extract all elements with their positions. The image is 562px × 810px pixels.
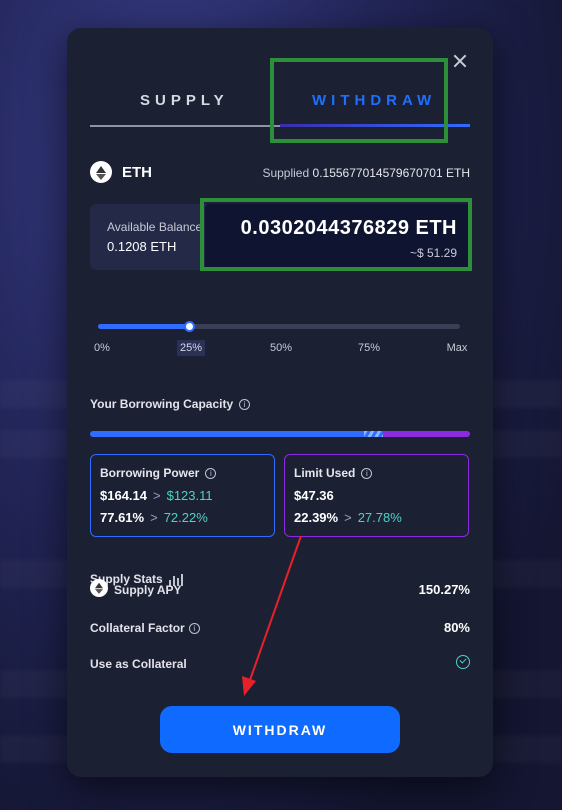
slider-tick-max[interactable]: Max <box>447 342 468 354</box>
collateral-factor-title: Collateral Factor i <box>90 621 200 635</box>
limit-used-card: Limit Used i $47.36 22.39% >27.78% <box>284 454 469 537</box>
slider-tick-25[interactable]: 25% <box>176 340 206 356</box>
collateral-factor-value: 80% <box>443 620 470 635</box>
supply-apy-value: 150.27% <box>418 582 470 597</box>
limit-used-value: $47.36 <box>294 488 334 503</box>
supplied-amount: Supplied 0.155677014579670701 ETH <box>262 166 470 180</box>
tab-withdraw[interactable]: WITHDRAW <box>312 92 436 109</box>
borrowing-power-pct-to: 72.22% <box>163 510 208 525</box>
borrowing-power-from: $164.14 <box>100 488 147 503</box>
slider-fill <box>98 324 189 329</box>
borrowing-power-label: Borrowing Power <box>100 466 200 480</box>
supply-apy-label: Supply APY <box>114 583 182 597</box>
borrowing-power-to: $123.11 <box>166 488 213 503</box>
eth-icon <box>90 161 112 183</box>
tab-supply[interactable]: SUPPLY <box>140 92 229 109</box>
use-collateral-label: Use as Collateral <box>90 657 187 671</box>
arrow-right-icon: > <box>150 510 158 525</box>
collateral-factor-row: Collateral Factor i 80% <box>90 617 470 639</box>
supply-apy-row: Supply APY 150.27% <box>90 579 470 601</box>
supplied-label: Supplied <box>262 166 310 180</box>
available-balance-value: 0.1208 ETH <box>107 239 177 254</box>
withdraw-modal: SUPPLY WITHDRAW ETH Supplied 0.155677014… <box>67 28 493 777</box>
info-icon[interactable]: i <box>239 399 251 411</box>
amount-slider[interactable]: 0% 25% 50% 75% Max <box>94 321 467 364</box>
limit-used-value-row: $47.36 <box>294 488 334 503</box>
capacity-bar-used <box>382 431 470 437</box>
limit-used-pct-from: 22.39% <box>294 510 339 525</box>
borrowing-power-title: Borrowing Power i <box>100 466 217 480</box>
limit-used-pct-to: 27.78% <box>357 510 402 525</box>
withdraw-button[interactable]: WITHDRAW <box>160 706 400 753</box>
tab-active-indicator <box>280 124 470 127</box>
available-balance-label: Available Balance <box>107 220 203 234</box>
limit-used-label: Limit Used <box>294 466 356 480</box>
check-circle-icon[interactable] <box>456 655 470 669</box>
info-icon[interactable]: i <box>188 623 200 635</box>
info-icon[interactable]: i <box>205 468 217 480</box>
borrowing-power-value-row: $164.14 > $123.11 <box>100 488 213 503</box>
borrowing-power-pct-from: 77.61% <box>100 510 145 525</box>
capacity-bar-borrowing <box>90 431 364 437</box>
close-icon[interactable] <box>451 52 469 70</box>
asset-row: ETH Supplied 0.155677014579670701 ETH <box>90 160 470 186</box>
borrowing-capacity-title: Your Borrowing Capacity i <box>90 397 251 411</box>
capacity-bar-change <box>363 431 383 437</box>
borrowing-capacity-label: Your Borrowing Capacity <box>90 397 234 411</box>
slider-tick-0[interactable]: 0% <box>94 342 110 354</box>
arrow-right-icon: > <box>344 510 352 525</box>
limit-used-pct-row: 22.39% >27.78% <box>294 510 402 525</box>
info-icon[interactable]: i <box>361 468 373 480</box>
supplied-value: 0.155677014579670701 ETH <box>312 166 470 180</box>
amount-input[interactable]: 0.0302044376829 ETH ~$ 51.29 <box>205 204 470 270</box>
asset-name: ETH <box>122 164 152 181</box>
slider-handle[interactable] <box>183 321 195 332</box>
collateral-factor-label: Collateral Factor <box>90 621 185 635</box>
borrowing-power-pct-row: 77.61% >72.22% <box>100 510 208 525</box>
limit-used-title: Limit Used i <box>294 466 373 480</box>
slider-tick-75[interactable]: 75% <box>358 342 380 354</box>
amount-usd-value: ~$ 51.29 <box>409 246 457 260</box>
borrowing-power-card: Borrowing Power i $164.14 > $123.11 77.61% >… <box>90 454 275 537</box>
slider-tick-50[interactable]: 50% <box>270 342 292 354</box>
tab-bar: SUPPLY WITHDRAW <box>90 88 470 128</box>
eth-icon <box>90 579 108 597</box>
amount-value: 0.0302044376829 ETH <box>240 217 457 239</box>
arrow-right-icon: > <box>153 488 161 503</box>
use-collateral-row: Use as Collateral <box>90 653 470 675</box>
balance-box: Available Balance 0.1208 ETH 0.030204437… <box>90 204 470 270</box>
capacity-bar <box>90 431 470 437</box>
